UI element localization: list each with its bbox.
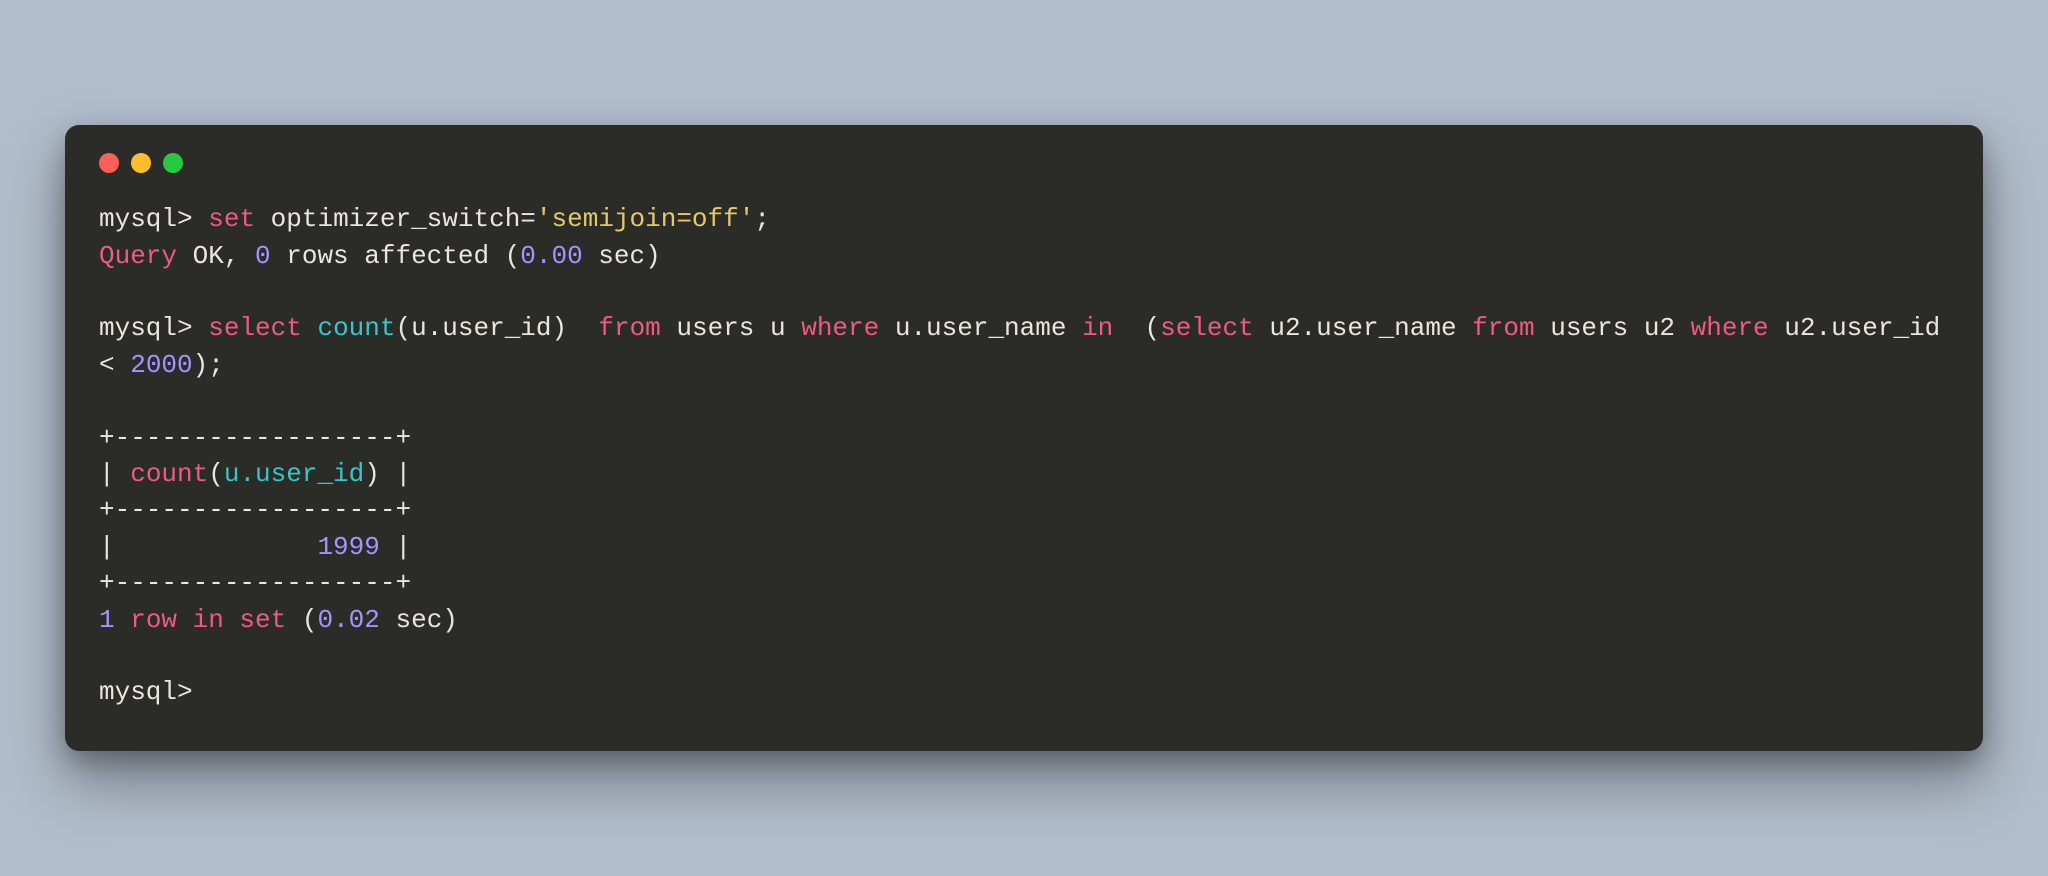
num-time-002: 0.02 [317, 605, 379, 635]
punct-semi: ; [754, 204, 770, 234]
table-row-start: | [99, 459, 130, 489]
num-2000: 2000 [115, 350, 193, 380]
zoom-icon[interactable] [163, 153, 183, 173]
prompt: mysql> [99, 677, 193, 707]
punct-rparen: ) [364, 459, 380, 489]
col-u2-user-id: u2.user_id [1769, 313, 1956, 343]
punct-lparen: ( [1145, 313, 1161, 343]
minimize-icon[interactable] [131, 153, 151, 173]
ident-users-u2: users u2 [1535, 313, 1691, 343]
status-rows-affected: rows affected ( [271, 241, 521, 271]
terminal-window: mysql> set optimizer_switch='semijoin=of… [65, 125, 1983, 750]
close-icon[interactable] [99, 153, 119, 173]
kw-count-label: count [130, 459, 208, 489]
punct-rp-semi: ); [193, 350, 224, 380]
status-query: Query [99, 241, 177, 271]
prompt: mysql> [99, 204, 193, 234]
table-row-start: | [99, 532, 317, 562]
punct-open-paren: ( [286, 605, 317, 635]
ident-users-u: users u [661, 313, 801, 343]
table-row-end: | [380, 532, 411, 562]
status-ok: OK, [177, 241, 255, 271]
stage: mysql> set optimizer_switch='semijoin=of… [0, 0, 2048, 876]
status-sec-2: sec) [380, 605, 458, 635]
kw-select: select [208, 313, 302, 343]
num-one: 1 [99, 605, 115, 635]
window-controls [99, 153, 1949, 173]
status-sec: sec) [583, 241, 661, 271]
punct-lparen: ( [208, 459, 224, 489]
result-value: 1999 [317, 532, 379, 562]
punct-rparen: ) [552, 313, 568, 343]
prompt: mysql> [99, 313, 193, 343]
op-lt: < [99, 350, 115, 380]
col-u-user-id: u.user_id [411, 313, 551, 343]
kw-from-2: from [1472, 313, 1534, 343]
punct-lparen: ( [395, 313, 411, 343]
table-border: +------------------+ [99, 568, 411, 598]
col-u-user-id-label: u.user_id [224, 459, 364, 489]
kw-where-2: where [1691, 313, 1769, 343]
table-border: +------------------+ [99, 423, 411, 453]
fn-count: count [317, 313, 395, 343]
col-u2-user-name: u2.user_name [1254, 313, 1472, 343]
terminal-output: mysql> set optimizer_switch='semijoin=of… [99, 201, 1949, 710]
num-time-000: 0.00 [520, 241, 582, 271]
table-row-end: | [380, 459, 411, 489]
string-semijoin-off: 'semijoin=off' [536, 204, 754, 234]
punct-eq: = [520, 204, 536, 234]
kw-in: in [1082, 313, 1113, 343]
kw-select-2: select [1160, 313, 1254, 343]
col-u-user-name: u.user_name [879, 313, 1082, 343]
ident-optimizer-switch: optimizer_switch [271, 204, 521, 234]
kw-where: where [801, 313, 879, 343]
table-border: +------------------+ [99, 495, 411, 525]
kw-from: from [598, 313, 660, 343]
status-row-in-set: row in set [115, 605, 287, 635]
num-zero: 0 [255, 241, 271, 271]
kw-set: set [208, 204, 255, 234]
